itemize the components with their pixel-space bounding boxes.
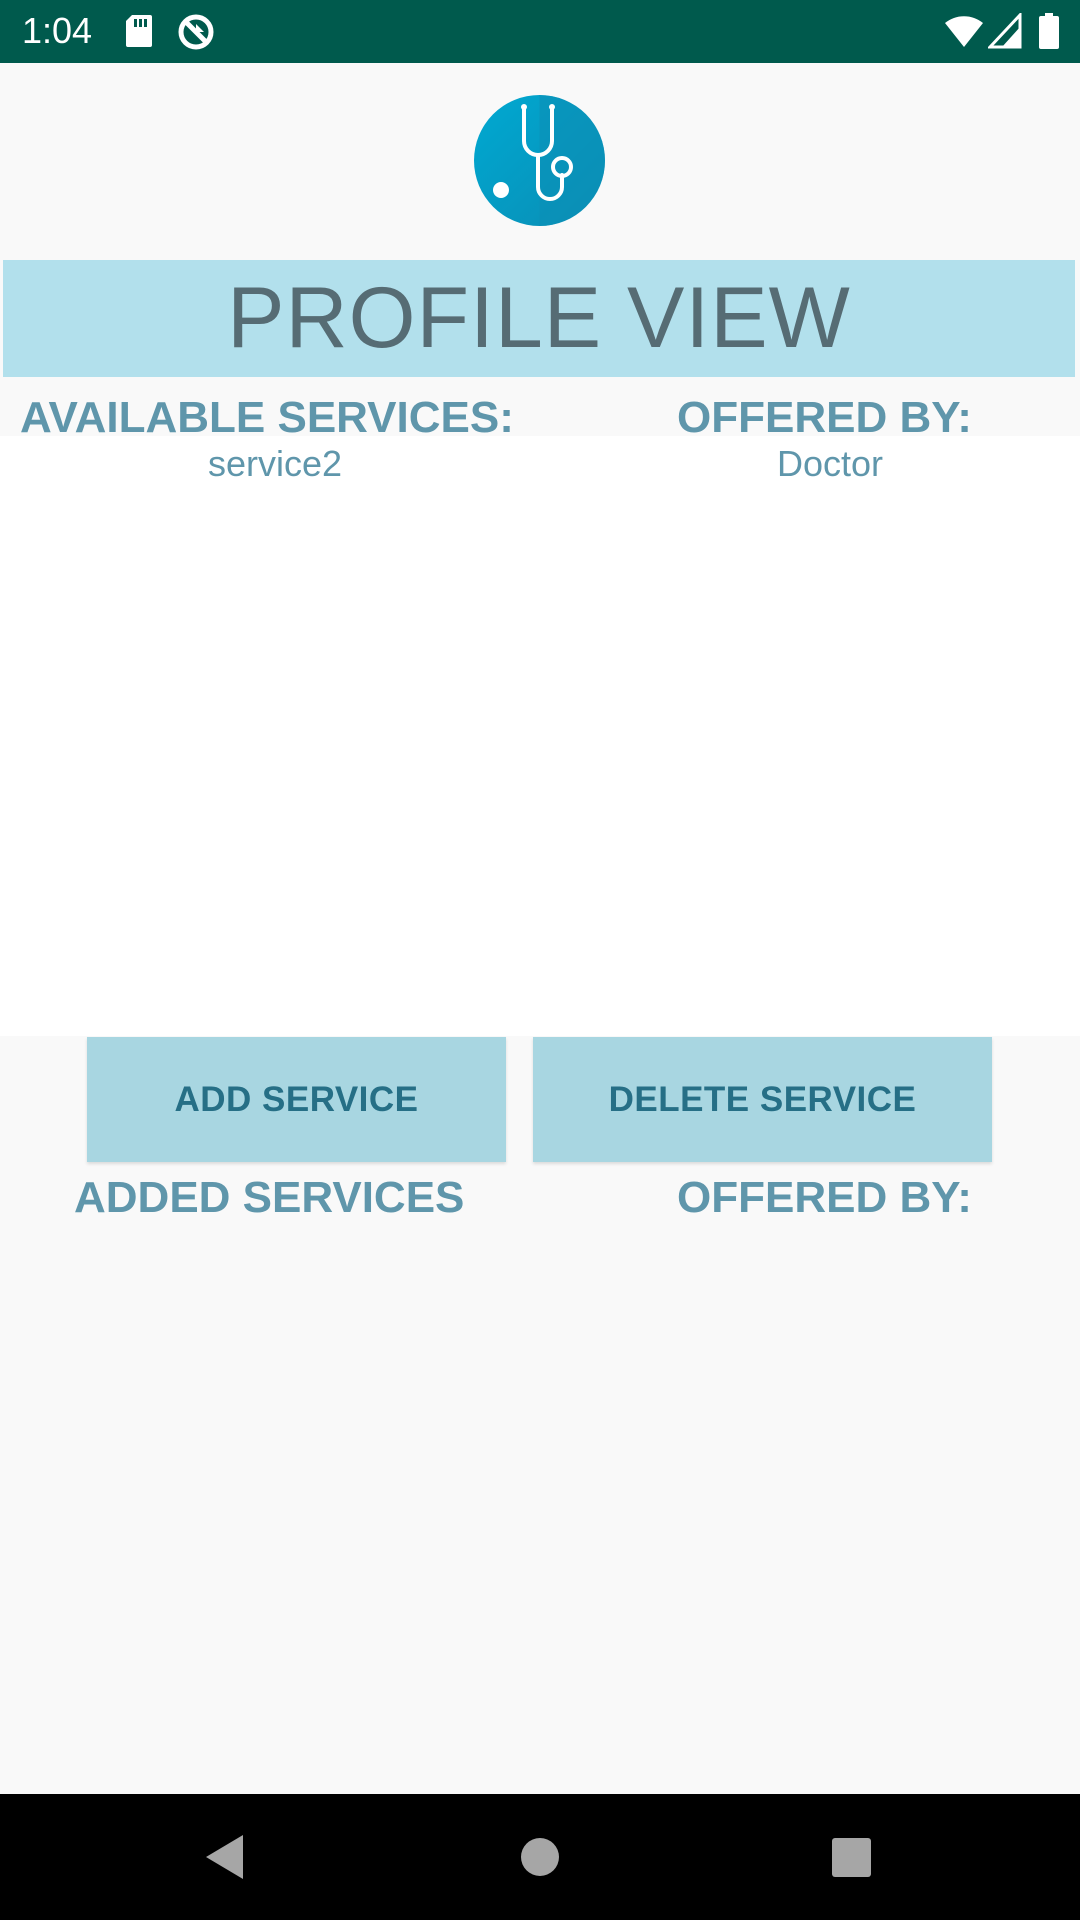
navigation-bar: [0, 1794, 1080, 1920]
service-name: service2: [207, 443, 343, 484]
sd-card-icon: [124, 13, 154, 49]
page-title: PROFILE VIEW: [227, 270, 851, 366]
home-button[interactable]: [470, 1794, 610, 1920]
added-offered-by-header: OFFERED BY:: [677, 1173, 972, 1222]
stethoscope-icon: [474, 95, 605, 226]
add-service-button[interactable]: ADD SERVICE: [87, 1037, 506, 1162]
back-button[interactable]: [157, 1794, 297, 1920]
signal-icon: [988, 13, 1022, 49]
title-banner: PROFILE VIEW: [3, 260, 1075, 377]
sync-icon: [177, 13, 215, 50]
battery-icon: [1038, 13, 1060, 49]
service-provider: Doctor: [776, 443, 884, 484]
available-services-list[interactable]: [0, 436, 1080, 1036]
status-bar: 1:04: [0, 0, 1080, 63]
recents-button[interactable]: [781, 1794, 921, 1920]
home-icon: [470, 1794, 610, 1920]
added-services-list[interactable]: [0, 1235, 1080, 1785]
offered-by-header: OFFERED BY:: [677, 393, 972, 442]
delete-service-button[interactable]: DELETE SERVICE: [533, 1037, 992, 1162]
wifi-icon: [944, 13, 984, 49]
back-icon: [157, 1794, 297, 1920]
recents-icon: [781, 1794, 921, 1920]
added-services-header: ADDED SERVICES: [74, 1173, 465, 1222]
available-services-header: AVAILABLE SERVICES:: [20, 393, 514, 442]
status-time: 1:04: [22, 10, 93, 51]
logo: [474, 95, 605, 226]
